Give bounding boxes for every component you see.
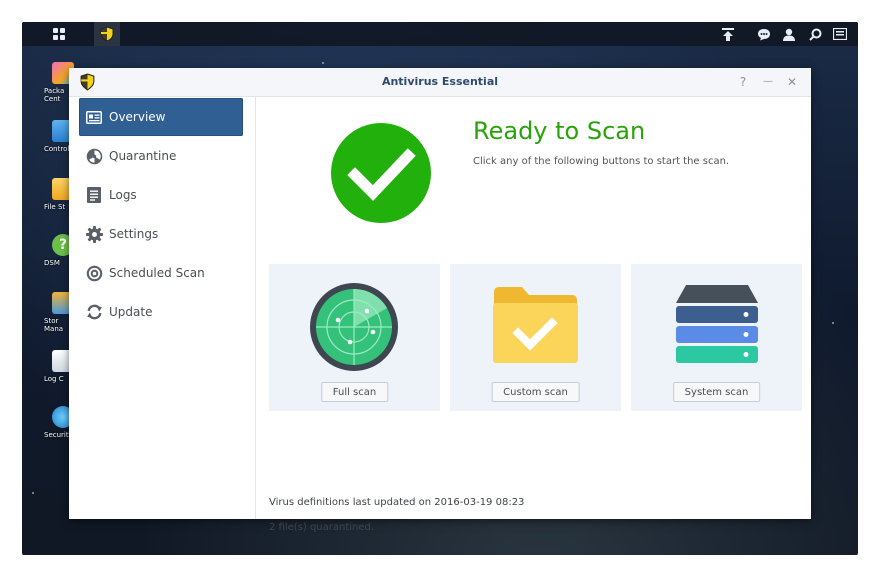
sidebar-item-settings[interactable]: Settings	[79, 215, 243, 253]
search-button[interactable]	[805, 22, 825, 46]
help-button[interactable]: ?	[734, 73, 752, 91]
close-button[interactable]: ✕	[783, 73, 801, 91]
sidebar-item-label: Scheduled Scan	[109, 266, 205, 280]
main-menu-button[interactable]	[49, 22, 69, 46]
sidebar-item-overview[interactable]: Overview	[79, 98, 243, 136]
definitions-info: Virus definitions last updated on 2016-0…	[269, 497, 525, 508]
quarantine-info: 2 file(s) quarantined.	[269, 522, 375, 533]
status-title: Ready to Scan	[473, 117, 646, 145]
taskbar-antivirus-app[interactable]	[94, 22, 120, 46]
user-button[interactable]	[779, 22, 799, 46]
sidebar-item-quarantine[interactable]: Quarantine	[79, 137, 243, 175]
search-icon	[808, 28, 821, 41]
refresh-icon	[85, 303, 103, 321]
sidebar-item-label: Settings	[109, 227, 159, 241]
sidebar-item-label: Logs	[109, 188, 137, 202]
window-title: Antivirus Essential	[381, 75, 499, 88]
sidebar-item-label: Overview	[109, 110, 166, 124]
antivirus-window: Antivirus Essential ? — ✕ Overview Quara…	[69, 68, 811, 533]
gear-icon	[85, 225, 103, 243]
log-icon	[85, 186, 103, 204]
star	[32, 492, 34, 494]
custom-scan-button[interactable]: Custom scan	[491, 382, 580, 402]
sidebar-item-scheduled-scan[interactable]: Scheduled Scan	[79, 254, 243, 292]
system-scan-button[interactable]: System scan	[672, 382, 761, 402]
custom-scan-card: Custom scan	[450, 264, 621, 411]
star	[832, 322, 834, 324]
overview-panel: Ready to Scan Click any of the following…	[256, 97, 811, 533]
chat-bubble-icon	[758, 28, 770, 40]
target-icon	[85, 264, 103, 282]
overview-icon	[85, 108, 103, 126]
server-stack-icon	[676, 285, 758, 363]
taskbar	[22, 22, 858, 46]
folder-check-icon	[493, 287, 578, 363]
status-subtitle: Click any of the following buttons to st…	[473, 156, 730, 167]
grid-icon	[53, 28, 65, 40]
sidebar-item-update[interactable]: Update	[79, 293, 243, 331]
sidebar-item-label: Quarantine	[109, 149, 177, 163]
system-scan-card: System scan	[631, 264, 802, 411]
radar-icon	[310, 283, 398, 371]
full-scan-card: Full scan	[269, 264, 440, 411]
full-scan-button[interactable]: Full scan	[320, 382, 389, 402]
upload-button[interactable]	[718, 22, 738, 46]
radiation-icon	[85, 147, 103, 165]
widget-icon	[833, 28, 847, 40]
shield-icon	[100, 26, 114, 42]
user-icon	[783, 28, 795, 41]
widgets-button[interactable]	[829, 22, 851, 46]
sidebar-item-label: Update	[109, 305, 153, 319]
checkmark-status-icon	[331, 123, 431, 223]
window-titlebar[interactable]: Antivirus Essential ? — ✕	[69, 68, 811, 97]
upload-icon	[722, 27, 734, 41]
minimize-button[interactable]: —	[759, 73, 777, 91]
notifications-button[interactable]	[754, 22, 774, 46]
star	[322, 62, 324, 64]
sidebar: Overview Quarantine Logs Settings Schedu…	[69, 97, 256, 519]
sidebar-item-logs[interactable]: Logs	[79, 176, 243, 214]
